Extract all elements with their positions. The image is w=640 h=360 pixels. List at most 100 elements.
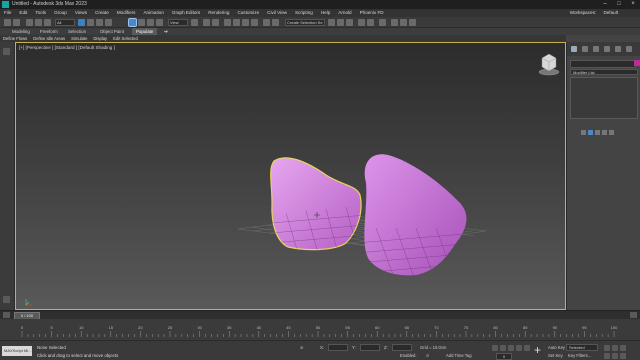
track-bar[interactable]: 0 5 10 15 20 25 30 35 40 45 50 55 60 65 70 75 80 85 90 95 10… bbox=[0, 319, 640, 340]
zoom-all-icon[interactable] bbox=[612, 345, 618, 351]
selection-filter-dropdown[interactable]: All bbox=[55, 19, 75, 26]
modifier-stack[interactable] bbox=[570, 77, 638, 119]
edit-selected-button[interactable]: Edit Selected bbox=[110, 35, 141, 42]
schematic-view-icon[interactable] bbox=[367, 19, 374, 26]
remove-modifier-icon[interactable] bbox=[602, 130, 607, 135]
tab-modeling[interactable]: Modeling bbox=[8, 28, 34, 35]
play-icon[interactable] bbox=[508, 345, 514, 351]
align-icon[interactable] bbox=[328, 19, 335, 26]
render-production-icon[interactable] bbox=[409, 19, 416, 26]
rectangle-selection-icon[interactable] bbox=[96, 19, 103, 26]
zoom-extents-icon[interactable] bbox=[620, 345, 626, 351]
menu-phoenix-fd[interactable]: Phoenix FD bbox=[356, 9, 388, 17]
next-frame-icon[interactable] bbox=[630, 312, 637, 318]
motion-tab-icon[interactable] bbox=[604, 46, 610, 52]
menu-scripting[interactable]: Scripting bbox=[291, 9, 317, 17]
pan-view-icon[interactable] bbox=[612, 353, 618, 359]
menu-tools[interactable]: Tools bbox=[31, 9, 50, 17]
viewcube-icon[interactable] bbox=[538, 53, 560, 76]
show-end-result-icon[interactable] bbox=[588, 130, 593, 135]
menu-arnold[interactable]: Arnold bbox=[334, 9, 355, 17]
menu-animation[interactable]: Animation bbox=[139, 9, 167, 17]
pillow-object-2[interactable] bbox=[356, 154, 476, 283]
tab-freeform[interactable]: Freeform bbox=[36, 28, 62, 35]
add-time-tag-button[interactable]: Add Time Tag bbox=[446, 353, 472, 358]
bind-space-warp-icon[interactable] bbox=[44, 19, 51, 26]
maxscript-listener[interactable]: MAXScript Mi... bbox=[2, 346, 32, 356]
menu-views[interactable]: Views bbox=[71, 9, 91, 17]
hierarchy-tab-icon[interactable] bbox=[593, 46, 599, 52]
go-to-start-icon[interactable] bbox=[492, 345, 498, 351]
named-selection-sets-dropdown[interactable]: Create Selection Se bbox=[285, 19, 325, 26]
reference-coordinate-dropdown[interactable]: View bbox=[168, 19, 188, 26]
pivot-center-icon[interactable] bbox=[191, 19, 198, 26]
rendered-frame-window-icon[interactable] bbox=[400, 19, 407, 26]
select-by-name-icon[interactable] bbox=[87, 19, 94, 26]
display-tab-icon[interactable] bbox=[615, 46, 621, 52]
menu-rendering[interactable]: Rendering bbox=[204, 9, 233, 17]
modifier-list-dropdown[interactable]: Modifier List bbox=[570, 69, 638, 75]
snaps-toggle-icon[interactable] bbox=[224, 19, 231, 26]
utilities-tab-icon[interactable] bbox=[626, 46, 632, 52]
prev-frame-icon[interactable] bbox=[3, 312, 10, 318]
edit-named-selection-icon[interactable] bbox=[263, 19, 270, 26]
field-of-view-icon[interactable] bbox=[604, 353, 610, 359]
select-and-place-icon[interactable] bbox=[156, 19, 163, 26]
configure-modifier-sets-icon[interactable] bbox=[609, 130, 614, 135]
undo-icon[interactable] bbox=[4, 19, 11, 26]
tab-object-paint[interactable]: Object Paint bbox=[96, 28, 128, 35]
time-tag-icon[interactable]: ⊙ bbox=[426, 353, 430, 358]
tab-selection[interactable]: Selection bbox=[64, 28, 90, 35]
tab-populate[interactable]: Populate bbox=[132, 28, 158, 35]
curve-editor-icon[interactable] bbox=[358, 19, 365, 26]
modify-tab-icon[interactable] bbox=[582, 46, 588, 52]
menu-file[interactable]: File bbox=[0, 9, 15, 17]
set-key-button[interactable]: Set Key bbox=[548, 353, 563, 358]
object-color-swatch[interactable] bbox=[634, 60, 640, 66]
make-unique-icon[interactable] bbox=[595, 130, 600, 135]
z-coordinate-field[interactable] bbox=[392, 344, 412, 351]
create-tab-icon[interactable] bbox=[571, 46, 577, 52]
display-button[interactable]: Display bbox=[90, 35, 110, 42]
redo-icon[interactable] bbox=[13, 19, 20, 26]
link-icon[interactable] bbox=[26, 19, 33, 26]
menu-create[interactable]: Create bbox=[91, 9, 113, 17]
y-coordinate-field[interactable] bbox=[360, 344, 380, 351]
go-to-end-icon[interactable] bbox=[524, 345, 530, 351]
menu-modifiers[interactable]: Modifiers bbox=[113, 9, 140, 17]
angle-snap-icon[interactable] bbox=[233, 19, 240, 26]
perspective-viewport[interactable]: [+] [Perspective ] [Standard ] [Default … bbox=[15, 42, 566, 310]
zoom-icon[interactable] bbox=[604, 345, 610, 351]
mirror-icon[interactable] bbox=[272, 19, 279, 26]
close-icon[interactable]: × bbox=[626, 0, 640, 9]
current-frame-field[interactable]: 0 bbox=[496, 353, 512, 360]
unlink-icon[interactable] bbox=[35, 19, 42, 26]
render-setup-icon[interactable] bbox=[391, 19, 398, 26]
menu-graph-editors[interactable]: Graph Editors bbox=[168, 9, 204, 17]
menu-civil-view[interactable]: Civil View bbox=[263, 9, 291, 17]
select-and-scale-icon[interactable] bbox=[147, 19, 154, 26]
keyboard-shortcut-override-icon[interactable] bbox=[212, 19, 219, 26]
select-manipulate-icon[interactable] bbox=[203, 19, 210, 26]
menu-edit[interactable]: Edit bbox=[15, 9, 31, 17]
isolate-selection-icon[interactable]: ⊘ bbox=[300, 345, 304, 350]
select-object-icon[interactable] bbox=[78, 19, 85, 26]
auto-key-button[interactable]: Auto Key bbox=[548, 345, 565, 350]
next-key-icon[interactable] bbox=[516, 345, 522, 351]
workspace-dropdown[interactable]: Default bbox=[603, 9, 618, 17]
object-name-field[interactable] bbox=[570, 60, 636, 68]
spinner-snap-icon[interactable] bbox=[251, 19, 258, 26]
maximize-icon[interactable]: □ bbox=[612, 0, 626, 9]
orbit-icon[interactable] bbox=[620, 353, 626, 359]
menu-group[interactable]: Group bbox=[50, 9, 71, 17]
percent-snap-icon[interactable] bbox=[242, 19, 249, 26]
toggle-layer-explorer-icon[interactable] bbox=[346, 19, 353, 26]
define-flows-button[interactable]: Define Flows bbox=[0, 35, 30, 42]
prev-key-icon[interactable] bbox=[500, 345, 506, 351]
layout-tab-icon[interactable] bbox=[3, 296, 10, 303]
material-editor-icon[interactable] bbox=[379, 19, 386, 26]
viewport-layout-icon[interactable] bbox=[3, 48, 10, 55]
define-idle-areas-button[interactable]: Define Idle Areas bbox=[30, 35, 68, 42]
key-set-dropdown[interactable]: Selected bbox=[566, 344, 598, 351]
select-and-rotate-icon[interactable] bbox=[138, 19, 145, 26]
